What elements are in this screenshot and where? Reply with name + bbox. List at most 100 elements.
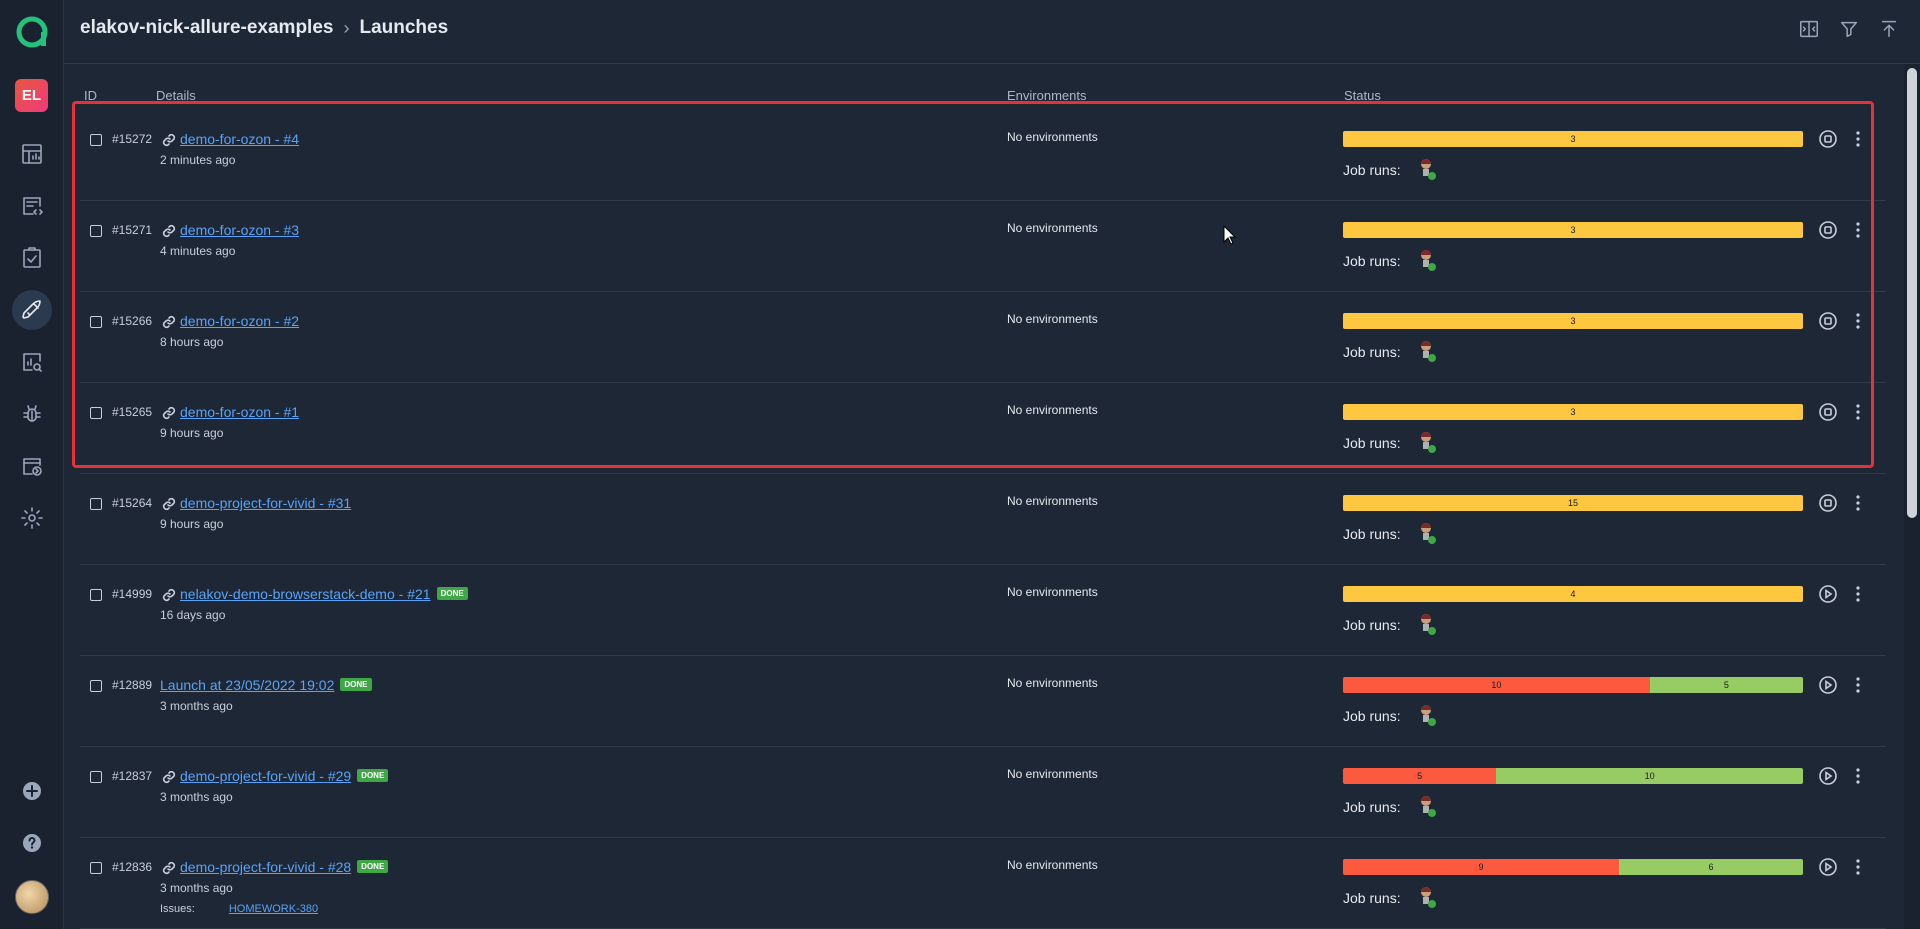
row-checkbox[interactable] <box>90 225 102 237</box>
stop-icon[interactable] <box>1818 311 1838 331</box>
scrollbar-thumb[interactable] <box>1907 68 1917 518</box>
launch-name[interactable]: demo-for-ozon - #2 <box>180 313 299 329</box>
status-bar[interactable]: 3 <box>1343 313 1803 329</box>
user-avatar[interactable] <box>15 880 49 914</box>
row-checkbox[interactable] <box>90 498 102 510</box>
status-segment-broken[interactable]: 3 <box>1343 222 1803 238</box>
status-segment-broken[interactable]: 15 <box>1343 495 1803 511</box>
project-avatar[interactable]: EL <box>15 79 48 112</box>
launch-name-link[interactable]: Launch at 23/05/2022 19:02 DONE <box>160 677 372 693</box>
launch-name[interactable]: demo-project-for-vivid - #28 <box>180 859 351 875</box>
more-menu-icon[interactable] <box>1848 857 1868 877</box>
row-checkbox[interactable] <box>90 680 102 692</box>
table-row[interactable]: #14999 nelakov-demo-browserstack-demo - #… <box>80 565 1886 656</box>
launch-name-link[interactable]: demo-for-ozon - #4 <box>180 131 299 147</box>
jobs-icon[interactable] <box>12 446 52 486</box>
status-bar[interactable]: 4 <box>1343 586 1803 602</box>
status-segment-broken[interactable]: 4 <box>1343 586 1803 602</box>
more-menu-icon[interactable] <box>1848 220 1868 240</box>
status-bar[interactable]: 10 5 <box>1343 677 1803 693</box>
more-menu-icon[interactable] <box>1848 584 1868 604</box>
status-segment-passed[interactable]: 5 <box>1649 677 1803 693</box>
status-bar[interactable]: 3 <box>1343 404 1803 420</box>
job-run-avatar-icon[interactable] <box>1419 431 1437 455</box>
issue-link[interactable]: HOMEWORK-380 <box>229 903 318 915</box>
stop-icon[interactable] <box>1818 493 1838 513</box>
job-run-avatar-icon[interactable] <box>1419 704 1437 728</box>
allure-logo-icon[interactable] <box>15 15 49 49</box>
job-run-avatar-icon[interactable] <box>1419 522 1437 546</box>
job-run-avatar-icon[interactable] <box>1419 249 1437 273</box>
table-row[interactable]: #12837 demo-project-for-vivid - #29 DONE 3 … <box>80 747 1886 838</box>
launch-name-link[interactable]: demo-for-ozon - #1 <box>180 404 299 420</box>
more-menu-icon[interactable] <box>1848 766 1868 786</box>
defects-icon[interactable] <box>12 394 52 434</box>
analytics-icon[interactable] <box>12 342 52 382</box>
more-menu-icon[interactable] <box>1848 493 1868 513</box>
breadcrumb-project[interactable]: elakov-nick-allure-examples <box>80 17 333 39</box>
launch-name[interactable]: demo-for-ozon - #4 <box>180 131 299 147</box>
launch-name[interactable]: demo-project-for-vivid - #31 <box>180 495 351 511</box>
test-cases-icon[interactable] <box>12 186 52 226</box>
launch-name-link[interactable]: demo-project-for-vivid - #29 DONE <box>180 768 389 784</box>
status-segment-failed[interactable]: 9 <box>1343 859 1619 875</box>
row-checkbox[interactable] <box>90 589 102 601</box>
play-icon[interactable] <box>1818 766 1838 786</box>
status-segment-broken[interactable]: 3 <box>1343 313 1803 329</box>
status-bar[interactable]: 3 <box>1343 222 1803 238</box>
status-segment-passed[interactable]: 10 <box>1496 768 1803 784</box>
column-header-id[interactable]: ID <box>84 88 97 103</box>
launch-name-link[interactable]: nelakov-demo-browserstack-demo - #21 DONE <box>180 586 468 602</box>
scrollbar[interactable] <box>1904 64 1920 929</box>
table-row[interactable]: #12836 demo-project-for-vivid - #28 DONE 3 … <box>80 838 1886 929</box>
row-checkbox[interactable] <box>90 407 102 419</box>
stop-icon[interactable] <box>1818 129 1838 149</box>
job-run-avatar-icon[interactable] <box>1419 158 1437 182</box>
column-header-environments[interactable]: Environments <box>1007 88 1086 103</box>
column-header-status[interactable]: Status <box>1344 88 1381 103</box>
launch-name-link[interactable]: demo-project-for-vivid - #28 DONE <box>180 859 389 875</box>
launch-name-link[interactable]: demo-for-ozon - #3 <box>180 222 299 238</box>
status-bar[interactable]: 5 10 <box>1343 768 1803 784</box>
more-menu-icon[interactable] <box>1848 675 1868 695</box>
play-icon[interactable] <box>1818 584 1838 604</box>
table-row[interactable]: #15266 demo-for-ozon - #2 8 hours ago No en… <box>80 292 1886 383</box>
row-checkbox[interactable] <box>90 316 102 328</box>
table-row[interactable]: #15265 demo-for-ozon - #1 9 hours ago No en… <box>80 383 1886 474</box>
launch-name[interactable]: demo-for-ozon - #1 <box>180 404 299 420</box>
status-segment-failed[interactable]: 10 <box>1343 677 1650 693</box>
row-checkbox[interactable] <box>90 134 102 146</box>
more-menu-icon[interactable] <box>1848 129 1868 149</box>
add-icon[interactable] <box>12 771 52 811</box>
column-header-details[interactable]: Details <box>156 88 196 103</box>
table-row[interactable]: #15264 demo-project-for-vivid - #31 9 hour… <box>80 474 1886 565</box>
status-bar[interactable]: 3 <box>1343 131 1803 147</box>
launch-name[interactable]: nelakov-demo-browserstack-demo - #21 <box>180 586 431 602</box>
status-segment-broken[interactable]: 3 <box>1343 131 1803 147</box>
filter-icon[interactable] <box>1838 18 1860 45</box>
play-icon[interactable] <box>1818 857 1838 877</box>
job-run-avatar-icon[interactable] <box>1419 613 1437 637</box>
settings-icon[interactable] <box>12 498 52 538</box>
launches-icon[interactable] <box>12 290 52 330</box>
table-row[interactable]: #12889 Launch at 23/05/2022 19:02 DONE 3 mo… <box>80 656 1886 747</box>
play-icon[interactable] <box>1818 675 1838 695</box>
job-run-avatar-icon[interactable] <box>1419 795 1437 819</box>
status-segment-broken[interactable]: 3 <box>1343 404 1803 420</box>
row-checkbox[interactable] <box>90 771 102 783</box>
dashboards-icon[interactable] <box>12 134 52 174</box>
status-segment-failed[interactable]: 5 <box>1343 768 1497 784</box>
test-plans-icon[interactable] <box>12 238 52 278</box>
table-row[interactable]: #15271 demo-for-ozon - #3 4 minutes ago No … <box>80 201 1886 292</box>
stop-icon[interactable] <box>1818 402 1838 422</box>
launch-name[interactable]: demo-for-ozon - #3 <box>180 222 299 238</box>
launch-name-link[interactable]: demo-project-for-vivid - #31 <box>180 495 351 511</box>
more-menu-icon[interactable] <box>1848 311 1868 331</box>
status-bar[interactable]: 96 <box>1343 859 1803 875</box>
help-icon[interactable] <box>12 823 52 863</box>
table-row[interactable]: #15272 demo-for-ozon - #4 2 minutes ago No … <box>80 110 1886 201</box>
upload-icon[interactable] <box>1878 18 1900 45</box>
row-checkbox[interactable] <box>90 862 102 874</box>
launch-name-link[interactable]: demo-for-ozon - #2 <box>180 313 299 329</box>
launch-name[interactable]: Launch at 23/05/2022 19:02 <box>160 677 334 693</box>
